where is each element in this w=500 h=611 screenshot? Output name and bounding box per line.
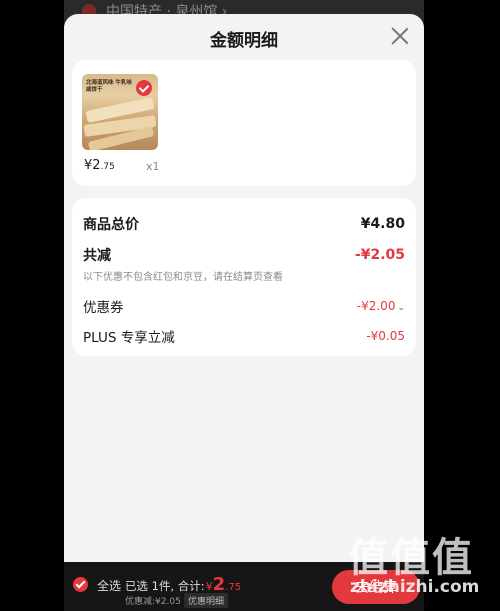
reduce-note: 以下优惠不包含红包和京豆，请在结算页查看 bbox=[83, 272, 283, 283]
product-price: ¥2.75 bbox=[84, 158, 115, 173]
checkout-button[interactable]: 去结算 bbox=[332, 570, 420, 604]
plus-row: PLUS 专享立减 -¥0.05 bbox=[83, 326, 405, 346]
select-all-check-icon[interactable] bbox=[73, 577, 88, 592]
summary-card: 商品总价 ¥4.80 共减 -¥2.05 以下优惠不包含红包和京豆，请在结算页查… bbox=[72, 198, 416, 356]
total-value: ¥4.80 bbox=[360, 216, 405, 232]
overlay-left bbox=[0, 0, 64, 611]
coupon-row[interactable]: 优惠券 -¥2.00 ⌄ bbox=[83, 296, 405, 316]
plus-label: PLUS 专享立减 bbox=[83, 330, 175, 346]
selected-summary: 已选 1件, 合计: ¥ 2 .75 bbox=[125, 574, 242, 595]
product-image-text: 北海道风味 牛乳味咸饼干 bbox=[86, 80, 132, 93]
select-all-label[interactable]: 全选 bbox=[97, 577, 121, 594]
coupon-value: -¥2.00 ⌄ bbox=[356, 299, 405, 313]
discount-text: 优惠减:¥2.05 bbox=[125, 597, 181, 607]
total-label: 商品总价 bbox=[83, 217, 139, 233]
chevron-down-icon[interactable]: ⌄ bbox=[397, 303, 405, 313]
reduce-value: -¥2.05 bbox=[354, 247, 405, 263]
reduce-row: 共减 -¥2.05 bbox=[83, 245, 405, 265]
bottom-bar: 全选 已选 1件, 合计: ¥ 2 .75 优惠减:¥2.05 优惠明细 去结算 bbox=[64, 562, 424, 611]
product-card: 北海道风味 牛乳味咸饼干 ¥2.75 x1 bbox=[72, 60, 416, 186]
discount-detail-button[interactable]: 优惠明细 bbox=[184, 593, 229, 608]
amount-detail-sheet: 金额明细 北海道风味 牛乳味咸饼干 ¥2.75 x1 商品总价 ¥4.80 共减… bbox=[64, 14, 424, 562]
product-check-icon[interactable] bbox=[136, 80, 152, 96]
close-icon[interactable] bbox=[390, 26, 410, 46]
reduce-label: 共减 bbox=[83, 248, 111, 264]
sheet-title: 金额明细 bbox=[210, 31, 278, 51]
product-quantity: x1 bbox=[146, 160, 160, 173]
product-image[interactable]: 北海道风味 牛乳味咸饼干 bbox=[82, 74, 158, 150]
coupon-label: 优惠券 bbox=[83, 300, 124, 316]
total-row: 商品总价 ¥4.80 bbox=[83, 214, 405, 234]
plus-value: -¥0.05 bbox=[366, 329, 405, 343]
overlay-right bbox=[424, 0, 500, 611]
